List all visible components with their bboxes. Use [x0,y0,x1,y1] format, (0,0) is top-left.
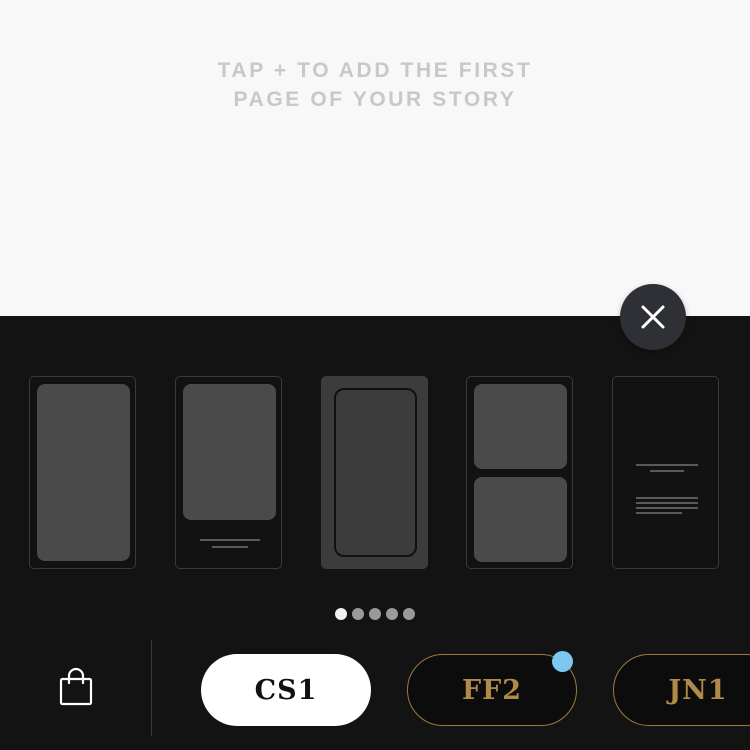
filter-cs1-button[interactable]: CS1 [201,654,371,726]
template-image-placeholder [183,384,276,520]
template-image-placeholder [37,384,130,561]
template-full-image[interactable] [29,376,136,569]
template-two-images[interactable] [466,376,573,569]
page-dot-5[interactable] [403,608,415,620]
shop-button[interactable] [56,667,96,707]
template-text-line [636,497,698,499]
page-dot-3[interactable] [369,608,381,620]
template-image-with-caption[interactable] [175,376,282,569]
filter-label: FF2 [461,674,523,706]
template-frame [334,388,417,557]
template-framed-image[interactable] [321,376,428,569]
template-caption-line [200,539,260,541]
template-image-placeholder-bottom [474,477,567,562]
template-title-line [636,464,698,466]
filter-label: JN1 [668,674,728,706]
page-dot-4[interactable] [386,608,398,620]
hint-line-2: PAGE OF YOUR STORY [233,88,517,111]
template-image-placeholder-top [474,384,567,469]
template-caption-line [212,546,248,548]
shopping-bag-icon [59,667,93,706]
close-icon [641,305,665,329]
template-title-line [650,470,684,472]
template-text-line [636,507,698,509]
filter-label: CS1 [254,674,318,706]
page-dot-1[interactable] [335,608,347,620]
bottom-bar-divider [151,640,152,736]
template-text-line [636,512,682,514]
empty-story-hint: TAP + TO ADD THE FIRST PAGE OF YOUR STOR… [0,56,750,114]
filter-jn1-button[interactable]: JN1 [613,654,750,726]
template-text-only[interactable] [612,376,719,569]
hint-line-1: TAP + TO ADD THE FIRST [217,59,533,82]
template-text-line [636,502,698,504]
page-dot-2[interactable] [352,608,364,620]
new-badge [552,651,573,672]
close-button[interactable] [620,284,686,350]
filter-ff2-button[interactable]: FF2 [407,654,577,726]
story-canvas[interactable]: TAP + TO ADD THE FIRST PAGE OF YOUR STOR… [0,0,750,316]
